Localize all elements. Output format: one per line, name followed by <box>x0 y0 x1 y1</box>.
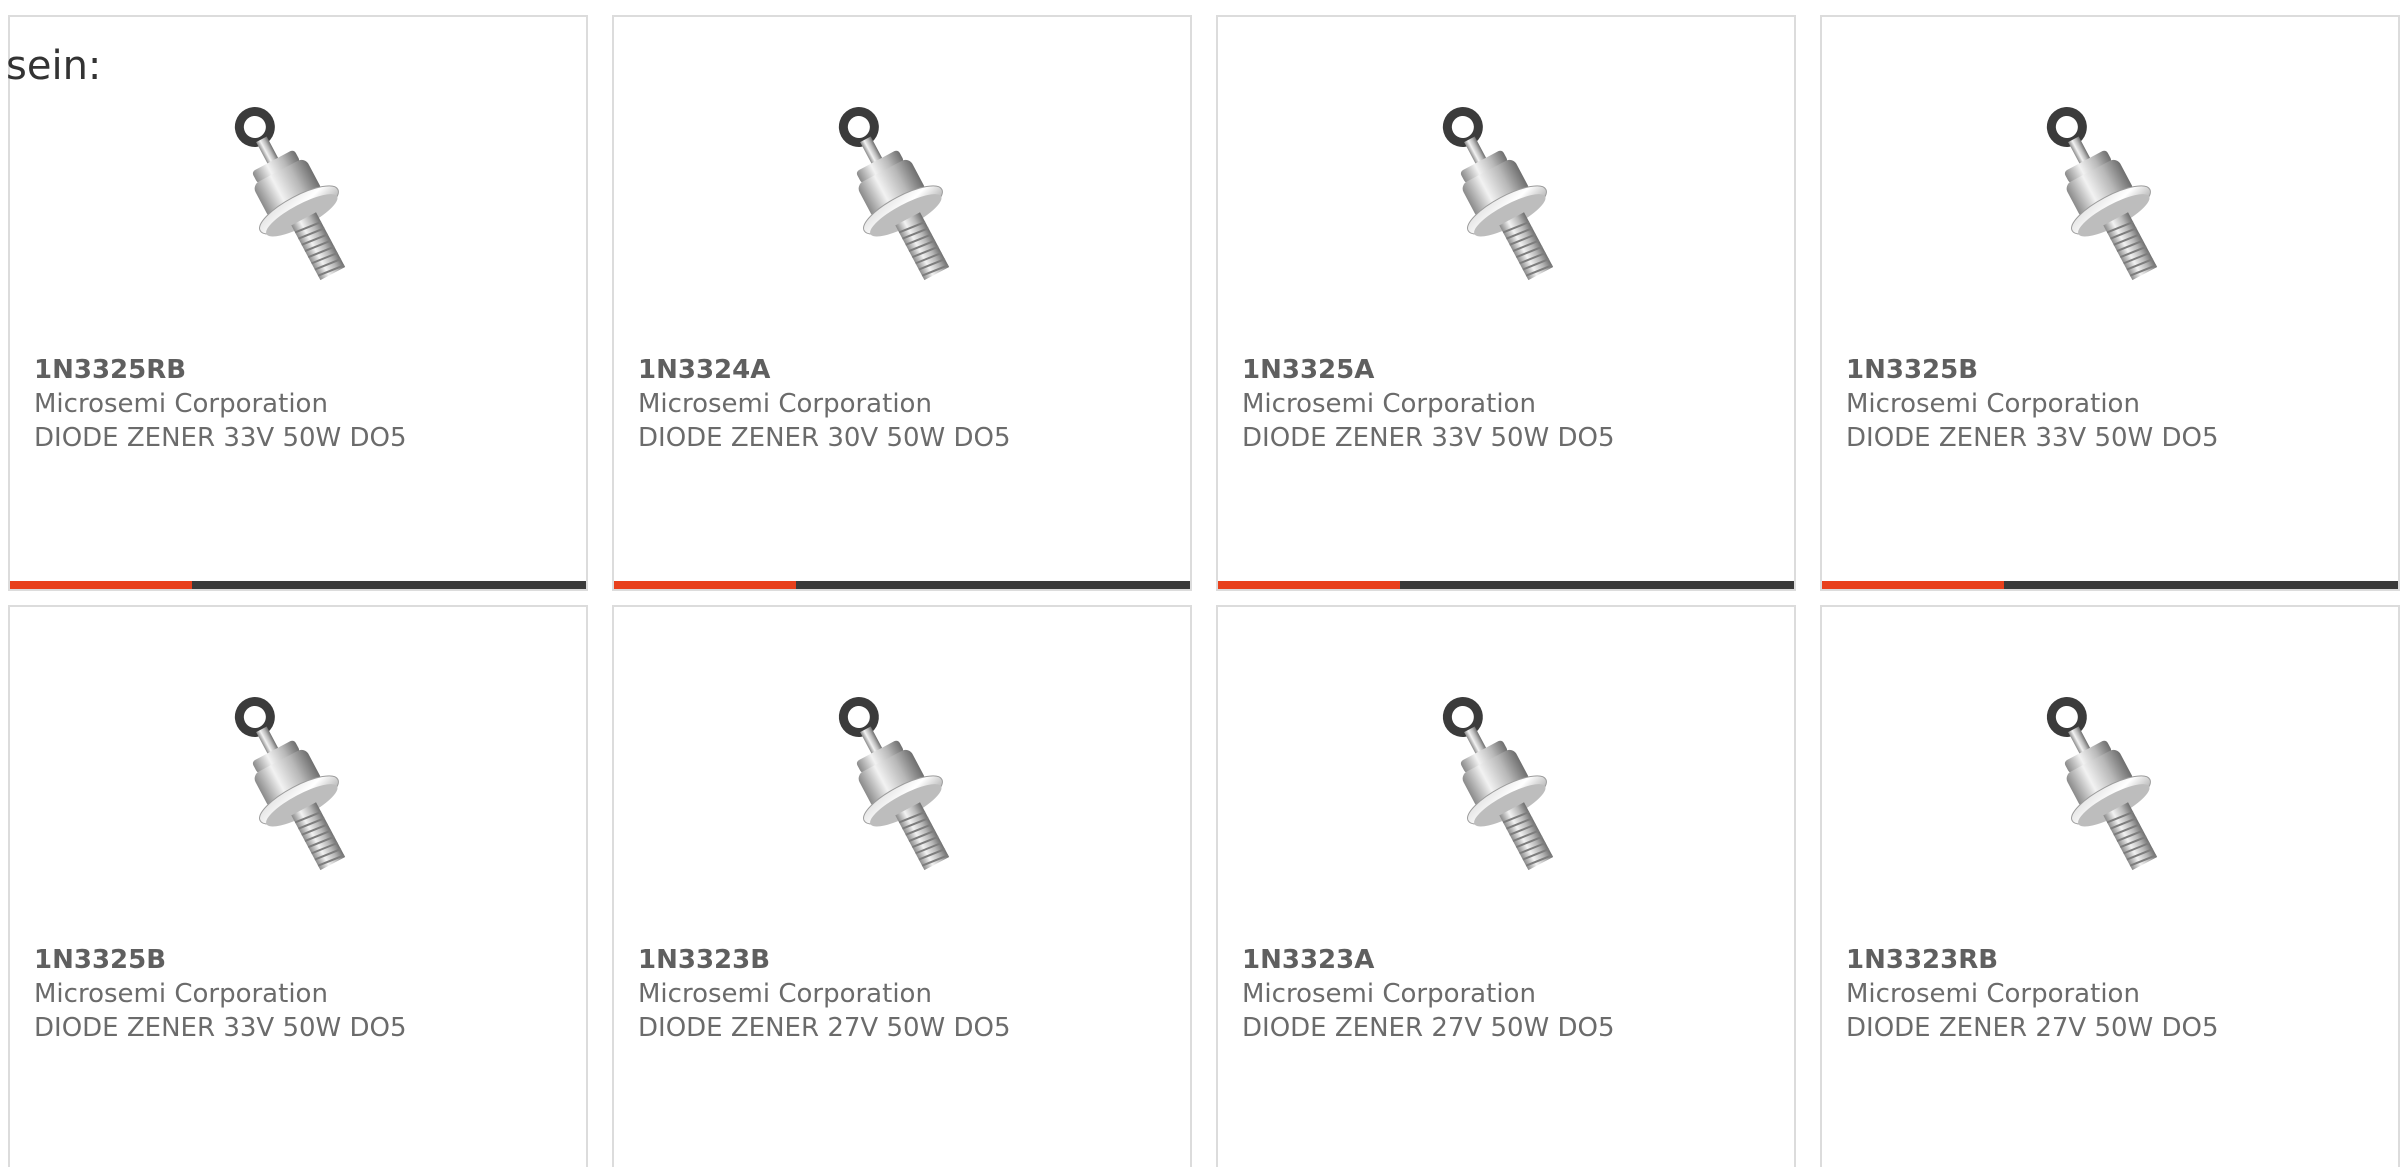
part-number[interactable]: 1N3323B <box>638 943 1011 977</box>
card-footer-bar <box>10 581 586 589</box>
product-card[interactable]: 1N3324A Microsemi Corporation DIODE ZENE… <box>612 15 1192 591</box>
zener-diode-stud-image <box>1442 697 1554 871</box>
product-image[interactable] <box>2017 682 2197 887</box>
product-image[interactable] <box>1413 92 1593 297</box>
accent-bar <box>614 581 796 589</box>
product-image[interactable] <box>809 92 989 297</box>
product-card[interactable]: 1N3325B Microsemi Corporation DIODE ZENE… <box>8 605 588 1167</box>
product-image[interactable] <box>205 92 385 297</box>
product-description: DIODE ZENER 33V 50W DO5 <box>1242 423 1615 453</box>
product-card[interactable]: 1N3323A Microsemi Corporation DIODE ZENE… <box>1216 605 1796 1167</box>
product-description: DIODE ZENER 33V 50W DO5 <box>34 423 407 453</box>
dark-bar <box>1400 581 1794 589</box>
product-info: 1N3323RB Microsemi Corporation DIODE ZEN… <box>1846 943 2219 1045</box>
product-info: 1N3325B Microsemi Corporation DIODE ZENE… <box>1846 353 2219 455</box>
manufacturer: Microsemi Corporation <box>1846 979 2140 1009</box>
dark-bar <box>2004 581 2398 589</box>
accent-bar <box>1218 581 1400 589</box>
manufacturer: Microsemi Corporation <box>638 389 932 419</box>
product-description: DIODE ZENER 33V 50W DO5 <box>34 1013 407 1043</box>
product-info: 1N3323B Microsemi Corporation DIODE ZENE… <box>638 943 1011 1045</box>
manufacturer: Microsemi Corporation <box>34 389 328 419</box>
product-info: 1N3325RB Microsemi Corporation DIODE ZEN… <box>34 353 407 455</box>
part-number[interactable]: 1N3324A <box>638 353 1011 387</box>
product-card[interactable]: 1N3325B Microsemi Corporation DIODE ZENE… <box>1820 15 2400 591</box>
manufacturer: Microsemi Corporation <box>638 979 932 1009</box>
product-card[interactable]: 1N3325RB Microsemi Corporation DIODE ZEN… <box>8 15 588 591</box>
accent-bar <box>10 581 192 589</box>
product-description: DIODE ZENER 27V 50W DO5 <box>1846 1013 2219 1043</box>
intro-text: sein: <box>6 43 102 89</box>
zener-diode-stud-image <box>2046 697 2158 871</box>
manufacturer: Microsemi Corporation <box>1242 389 1536 419</box>
part-number[interactable]: 1N3323A <box>1242 943 1615 977</box>
card-footer-bar <box>1822 581 2398 589</box>
manufacturer: Microsemi Corporation <box>1242 979 1536 1009</box>
part-number[interactable]: 1N3325B <box>1846 353 2219 387</box>
product-info: 1N3325B Microsemi Corporation DIODE ZENE… <box>34 943 407 1045</box>
zener-diode-stud-image <box>1442 107 1554 281</box>
product-info: 1N3323A Microsemi Corporation DIODE ZENE… <box>1242 943 1615 1045</box>
part-number[interactable]: 1N3325B <box>34 943 407 977</box>
product-description: DIODE ZENER 27V 50W DO5 <box>1242 1013 1615 1043</box>
product-description: DIODE ZENER 30V 50W DO5 <box>638 423 1011 453</box>
part-number[interactable]: 1N3325A <box>1242 353 1615 387</box>
product-image[interactable] <box>809 682 989 887</box>
product-description: DIODE ZENER 33V 50W DO5 <box>1846 423 2219 453</box>
zener-diode-stud-image <box>838 697 950 871</box>
zener-diode-stud-image <box>234 697 346 871</box>
product-info: 1N3324A Microsemi Corporation DIODE ZENE… <box>638 353 1011 455</box>
product-grid: 1N3325RB Microsemi Corporation DIODE ZEN… <box>8 15 2400 1167</box>
product-image[interactable] <box>205 682 385 887</box>
zener-diode-stud-image <box>2046 107 2158 281</box>
accent-bar <box>1822 581 2004 589</box>
product-description: DIODE ZENER 27V 50W DO5 <box>638 1013 1011 1043</box>
manufacturer: Microsemi Corporation <box>1846 389 2140 419</box>
product-image[interactable] <box>1413 682 1593 887</box>
zener-diode-stud-image <box>234 107 346 281</box>
zener-diode-stud-image <box>838 107 950 281</box>
card-footer-bar <box>1218 581 1794 589</box>
part-number[interactable]: 1N3323RB <box>1846 943 2219 977</box>
product-card[interactable]: 1N3325A Microsemi Corporation DIODE ZENE… <box>1216 15 1796 591</box>
product-card[interactable]: 1N3323RB Microsemi Corporation DIODE ZEN… <box>1820 605 2400 1167</box>
product-image[interactable] <box>2017 92 2197 297</box>
product-info: 1N3325A Microsemi Corporation DIODE ZENE… <box>1242 353 1615 455</box>
product-page: sein: 1N3325RB Microsemi Corporation DIO… <box>0 0 2400 1167</box>
dark-bar <box>796 581 1190 589</box>
part-number[interactable]: 1N3325RB <box>34 353 407 387</box>
manufacturer: Microsemi Corporation <box>34 979 328 1009</box>
dark-bar <box>192 581 586 589</box>
product-card[interactable]: 1N3323B Microsemi Corporation DIODE ZENE… <box>612 605 1192 1167</box>
card-footer-bar <box>614 581 1190 589</box>
